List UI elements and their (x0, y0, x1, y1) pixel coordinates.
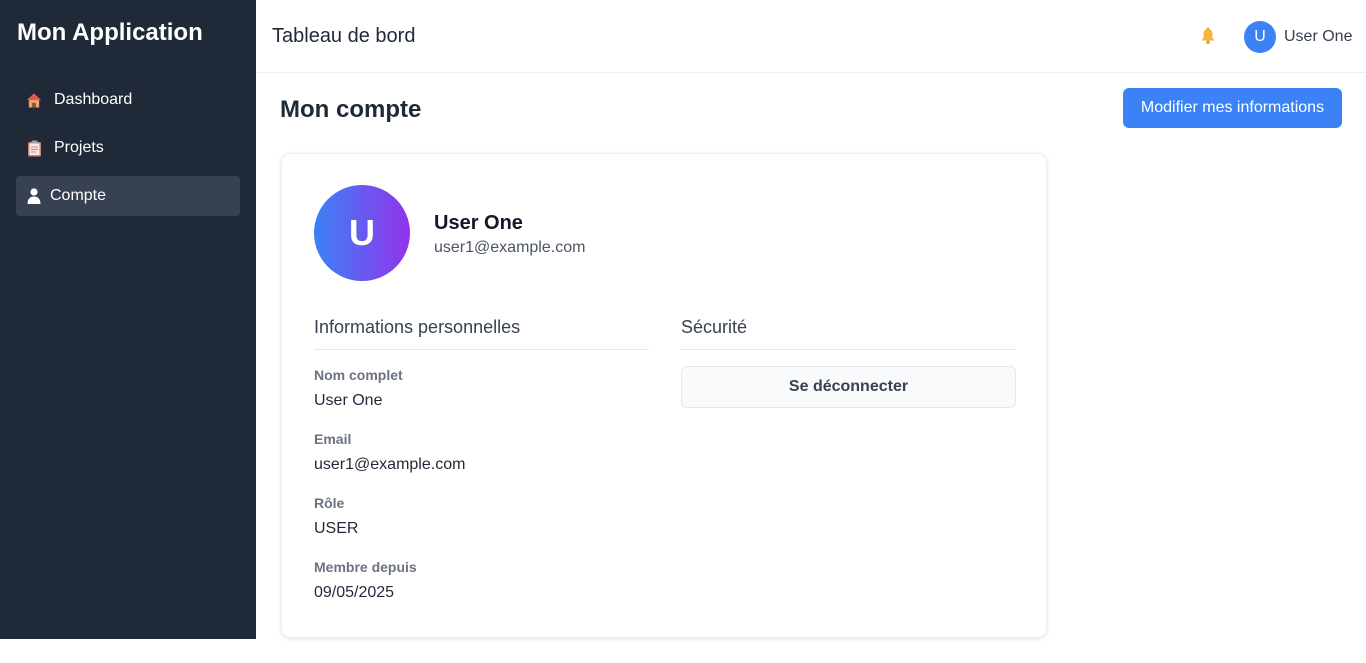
security-section: Sécurité Se déconnecter (681, 317, 1016, 408)
top-header: Tableau de bord U User One (256, 0, 1366, 73)
section-heading: Sécurité (681, 317, 1016, 350)
logout-button[interactable]: Se déconnecter (681, 366, 1016, 408)
edit-info-button[interactable]: Modifier mes informations (1123, 88, 1342, 128)
field-label: Nom complet (314, 367, 403, 383)
sidebar-item-label: Compte (50, 187, 107, 204)
account-card: U User One user1@example.com Information… (281, 153, 1047, 638)
sidebar-nav: Dashboard Projets Compte (16, 80, 240, 224)
bell-icon[interactable] (1199, 27, 1217, 45)
field-label: Rôle (314, 495, 345, 511)
page-title: Mon compte (280, 96, 422, 123)
field-label: Membre depuis (314, 559, 417, 575)
sidebar-item-projets[interactable]: Projets (16, 128, 240, 168)
field-member-since: Membre depuis 09/05/2025 (314, 559, 649, 606)
clipboard-icon (26, 139, 42, 157)
sidebar: Mon Application Dashboard Projets Compte (0, 0, 256, 639)
field-label: Email (314, 431, 352, 447)
avatar[interactable]: U (1244, 21, 1276, 53)
sidebar-item-compte[interactable]: Compte (16, 176, 240, 216)
user-icon (26, 187, 42, 205)
field-value: 09/05/2025 (314, 584, 395, 601)
header-title: Tableau de bord (272, 25, 416, 47)
profile-avatar: U (314, 185, 410, 281)
field-email: Email user1@example.com (314, 431, 649, 478)
personal-info-section: Informations personnelles Nom complet Us… (314, 317, 649, 606)
sidebar-item-dashboard[interactable]: Dashboard (16, 80, 240, 120)
field-role: Rôle USER (314, 495, 649, 542)
header-username[interactable]: User One (1284, 28, 1352, 46)
field-full-name: Nom complet User One (314, 367, 649, 414)
profile-name: User One (434, 212, 523, 234)
field-value: User One (314, 392, 383, 409)
profile-email: user1@example.com (434, 239, 586, 256)
section-heading: Informations personnelles (314, 317, 649, 350)
field-value: USER (314, 520, 359, 537)
field-value: user1@example.com (314, 456, 466, 473)
sidebar-item-label: Dashboard (54, 91, 133, 108)
house-icon (26, 91, 42, 109)
sidebar-item-label: Projets (54, 139, 104, 156)
app-title: Mon Application (17, 19, 203, 46)
